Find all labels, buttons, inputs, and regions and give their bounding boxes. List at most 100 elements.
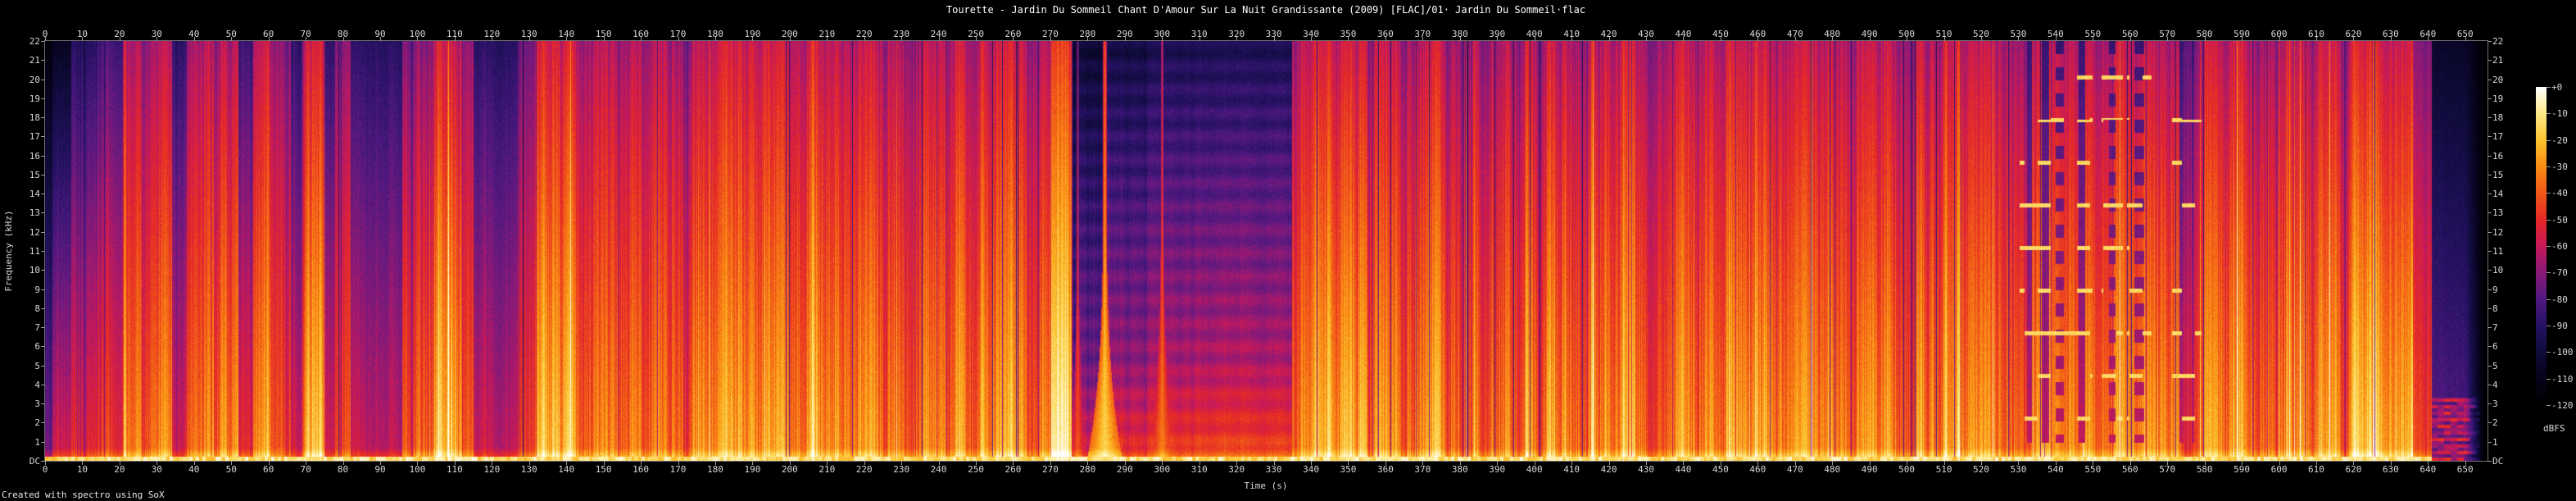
x-tick-label-bottom: 270 [1032, 464, 1068, 475]
time-axis-label: Time (s) [1245, 481, 1288, 491]
axis-tick [2465, 37, 2466, 41]
x-tick-label-bottom: 310 [1181, 464, 1218, 475]
x-tick-label-bottom: 460 [1739, 464, 1776, 475]
axis-tick [1236, 461, 1237, 465]
axis-tick [752, 37, 753, 41]
x-tick-label-bottom: 370 [1404, 464, 1440, 475]
axis-tick [2547, 113, 2551, 114]
axis-tick [41, 60, 45, 61]
x-tick-label-bottom: 150 [586, 464, 622, 475]
x-tick-label-bottom: 430 [1628, 464, 1664, 475]
chart-title: Tourette - Jardin Du Sommeil Chant D'Amo… [946, 4, 1585, 16]
axis-tick [343, 461, 344, 465]
x-tick-label-bottom: 500 [1889, 464, 1925, 475]
axis-tick [2353, 461, 2354, 465]
y-tick-label-right: 14 [2492, 189, 2503, 199]
axis-tick [2130, 37, 2131, 41]
x-tick-label-bottom: 560 [2112, 464, 2148, 475]
frequency-axis-label: Frequency (kHz) [3, 210, 14, 291]
axis-tick [2488, 136, 2492, 137]
axis-tick [1683, 37, 1684, 41]
axis-tick [1497, 37, 1498, 41]
axis-tick [864, 461, 865, 465]
axis-tick [156, 461, 157, 465]
x-tick-label-bottom: 580 [2187, 464, 2223, 475]
axis-tick [529, 37, 530, 41]
y-tick-label-right: 11 [2492, 246, 2503, 257]
y-tick-label-left: 4 [9, 380, 40, 390]
x-tick-label-bottom: 210 [809, 464, 845, 475]
axis-tick [2488, 422, 2492, 423]
axis-tick [1646, 461, 1647, 465]
axis-tick [2279, 37, 2280, 41]
colorbar-tick-label: -30 [2551, 162, 2568, 172]
axis-tick [1870, 461, 1871, 465]
axis-tick [2547, 87, 2551, 88]
axis-tick [2488, 346, 2492, 347]
axis-tick [1162, 461, 1163, 465]
x-tick-label-bottom: 390 [1479, 464, 1515, 475]
axis-tick [1571, 461, 1572, 465]
axis-tick [41, 308, 45, 309]
axis-tick [790, 461, 791, 465]
axis-tick [2391, 461, 2392, 465]
axis-tick [2353, 37, 2354, 41]
axis-tick [1236, 37, 1237, 41]
y-tick-label-right: 13 [2492, 207, 2503, 218]
axis-tick [1013, 461, 1014, 465]
axis-tick [1683, 461, 1684, 465]
axis-tick [2205, 37, 2206, 41]
axis-tick [976, 461, 977, 465]
axis-tick [41, 117, 45, 118]
x-tick-label-bottom: 540 [2038, 464, 2074, 475]
axis-tick [1757, 461, 1758, 465]
y-tick-label-right: 22 [2492, 36, 2503, 47]
credit-text: Created with spectro using SoX [2, 490, 165, 500]
axis-tick [2547, 405, 2551, 406]
x-tick-label-bottom: 650 [2447, 464, 2483, 475]
x-tick-label-bottom: 280 [1069, 464, 1105, 475]
x-tick-label-bottom: 170 [660, 464, 696, 475]
axis-tick [41, 442, 45, 443]
axis-tick [156, 37, 157, 41]
x-tick-label-bottom: 410 [1553, 464, 1590, 475]
x-tick-label-bottom: 630 [2373, 464, 2409, 475]
axis-tick [41, 461, 45, 462]
axis-tick [455, 37, 456, 41]
axis-tick [41, 41, 45, 42]
y-tick-label-left: 8 [9, 303, 40, 314]
colorbar-tick-label: -120 [2551, 400, 2574, 411]
axis-tick [901, 37, 902, 41]
axis-tick [2242, 37, 2243, 41]
axis-tick [1348, 461, 1349, 465]
axis-tick [2547, 166, 2551, 167]
axis-tick [231, 37, 232, 41]
axis-tick [1609, 37, 1610, 41]
axis-tick [529, 461, 530, 465]
axis-tick [566, 461, 567, 465]
axis-tick [2547, 246, 2551, 247]
colorbar-tick-label: -100 [2551, 347, 2574, 358]
x-tick-label-bottom: 10 [64, 464, 100, 475]
axis-tick [1162, 37, 1163, 41]
axis-tick [1274, 461, 1275, 465]
axis-tick [864, 37, 865, 41]
y-tick-label-left: 5 [9, 361, 40, 371]
x-tick-label-bottom: 290 [1107, 464, 1143, 475]
axis-tick [269, 461, 270, 465]
axis-tick [827, 37, 828, 41]
x-tick-label-bottom: 360 [1367, 464, 1404, 475]
x-tick-label-bottom: 220 [846, 464, 882, 475]
axis-tick [2547, 272, 2551, 273]
y-tick-label-left: 7 [9, 322, 40, 333]
x-tick-label-bottom: 450 [1703, 464, 1739, 475]
x-tick-label-bottom: 340 [1293, 464, 1329, 475]
y-tick-label-left: 20 [9, 75, 40, 85]
axis-tick [678, 37, 679, 41]
colorbar-tick-label: -40 [2551, 188, 2568, 198]
axis-tick [2428, 37, 2429, 41]
y-tick-label-right: 6 [2492, 341, 2498, 352]
axis-tick [1050, 461, 1051, 465]
axis-tick [976, 37, 977, 41]
axis-tick [41, 136, 45, 137]
